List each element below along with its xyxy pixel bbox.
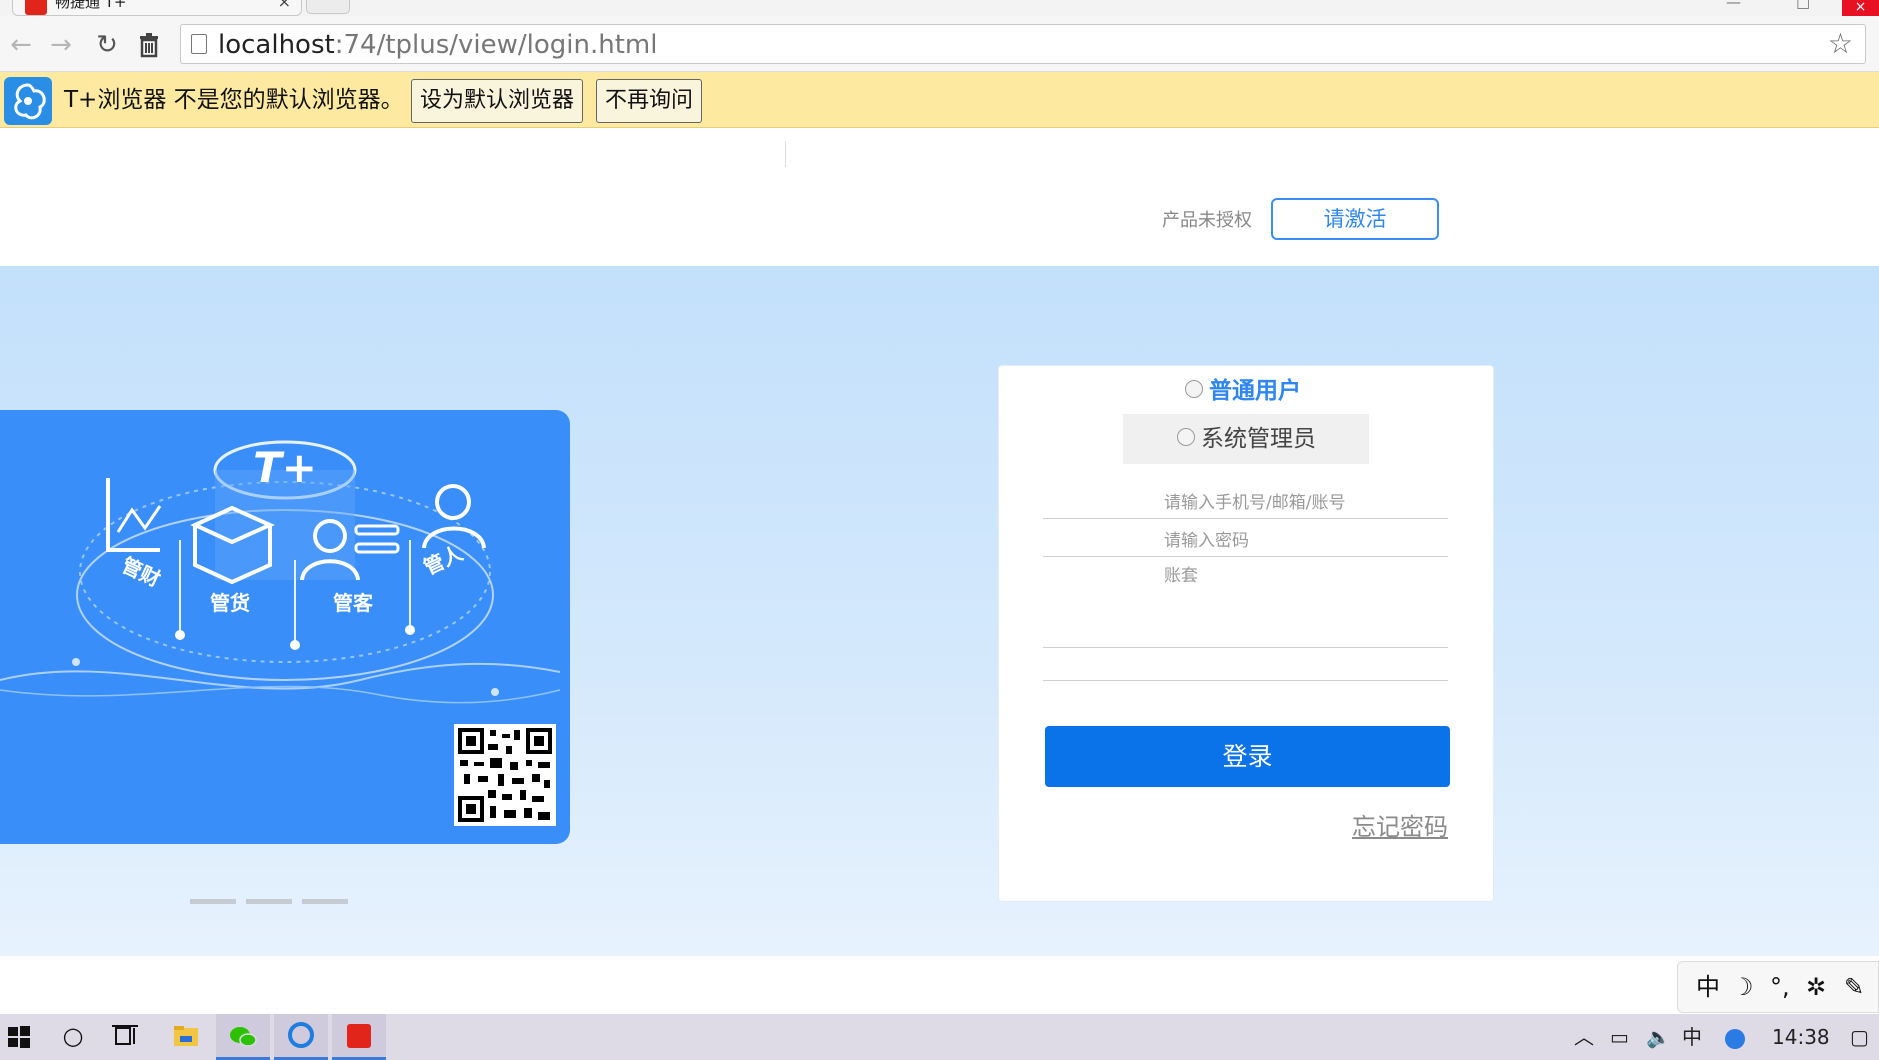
- tab-title: 畅捷通 T+: [55, 0, 127, 11]
- tplus-favicon-icon: [25, 0, 47, 15]
- task-view-button[interactable]: [100, 1014, 154, 1060]
- carousel-dot[interactable]: [246, 899, 292, 904]
- role-user-label: 普通用户: [1209, 378, 1301, 404]
- windows-taskbar: ○ ︿ ▭ 🔈 中 14:38 ▢: [0, 1014, 1879, 1060]
- ime-brush-icon[interactable]: ✎: [1844, 972, 1864, 1002]
- tab-close-icon[interactable]: ×: [278, 0, 291, 11]
- address-bar[interactable]: localhost:74/tplus/view/login.html ☆: [180, 24, 1866, 64]
- account-set-select[interactable]: [1043, 586, 1448, 648]
- login-button[interactable]: 登录: [1045, 726, 1450, 787]
- carousel-indicators: [190, 889, 358, 908]
- field-divider: [1043, 680, 1448, 681]
- action-center-icon[interactable]: ▢: [1850, 1024, 1869, 1050]
- infobar-message: T+浏览器 不是您的默认浏览器。: [64, 87, 404, 113]
- new-tab-button[interactable]: [306, 0, 350, 14]
- password-field: [1043, 526, 1448, 557]
- ime-mode-toggle[interactable]: 中: [1696, 972, 1720, 1002]
- tplus-browser-taskbar-button[interactable]: [274, 1014, 328, 1060]
- role-user-radio[interactable]: [1185, 379, 1203, 398]
- role-admin-label: 系统管理员: [1201, 426, 1316, 452]
- promo-label-people: 管人: [420, 540, 467, 579]
- tplus-app-icon: [347, 1024, 371, 1048]
- browser-toolbar: ← → ↻ localhost:74/tplus/view/login.html…: [0, 16, 1879, 72]
- role-user-option[interactable]: 普通用户: [1185, 376, 1301, 406]
- account-set-label: 账套: [1164, 566, 1198, 586]
- wechat-icon: [230, 1027, 257, 1047]
- wechat-button[interactable]: [216, 1014, 270, 1060]
- tplus-browser-logo-icon: [4, 77, 52, 125]
- tray-chevron-up-icon[interactable]: ︿: [1574, 1024, 1594, 1050]
- login-hero: T+ 管财 管货 管客 管人 普通用户 系统管理员 请输入手机号/邮箱/账号 账…: [0, 266, 1879, 956]
- login-panel: 普通用户 系统管理员 账套 登录 忘记密码: [998, 365, 1494, 902]
- ime-toolbar: 中 ☽ °, ✲ ✎: [1677, 961, 1879, 1013]
- file-explorer-button[interactable]: [158, 1014, 212, 1060]
- browser-tabstrip: 畅捷通 T+ × — □ ×: [0, 0, 1879, 16]
- promo-label-finance: 管财: [118, 553, 164, 592]
- carousel-dot[interactable]: [190, 899, 236, 904]
- ime-punctuation-icon[interactable]: °,: [1770, 972, 1790, 1002]
- reload-icon[interactable]: ↻: [92, 30, 122, 60]
- promo-label-goods: 管货: [210, 591, 250, 615]
- dont-ask-again-button[interactable]: 不再询问: [596, 79, 703, 123]
- page-footer: [0, 956, 1879, 1014]
- promo-logo-text: T+: [253, 443, 317, 492]
- default-browser-infobar: T+浏览器 不是您的默认浏览器。 设为默认浏览器 不再询问: [0, 72, 1879, 128]
- trash-icon[interactable]: [134, 30, 164, 60]
- search-circle-icon: ○: [62, 1022, 84, 1050]
- promo-banner[interactable]: T+ 管财 管货 管客 管人: [0, 410, 570, 844]
- activate-button[interactable]: 请激活: [1271, 198, 1439, 240]
- task-view-icon: [112, 1025, 138, 1045]
- search-button[interactable]: ○: [46, 1014, 100, 1060]
- tray-clock[interactable]: 14:38: [1772, 1024, 1830, 1050]
- window-maximize-button[interactable]: □: [1796, 0, 1810, 12]
- ime-moon-icon[interactable]: ☽: [1732, 972, 1754, 1002]
- tray-ime-icon[interactable]: [1724, 1024, 1746, 1050]
- license-status-text: 产品未授权: [1162, 210, 1252, 231]
- tplus-app-taskbar-button[interactable]: [332, 1014, 386, 1060]
- tray-language-indicator[interactable]: 中: [1682, 1024, 1702, 1050]
- browser-tab[interactable]: 畅捷通 T+ ×: [12, 0, 302, 16]
- back-arrow-icon[interactable]: ←: [6, 30, 36, 60]
- role-admin-option-box[interactable]: 系统管理员: [1123, 414, 1369, 464]
- tray-volume-icon[interactable]: 🔈: [1646, 1024, 1671, 1050]
- bookmark-star-icon[interactable]: ☆: [1828, 28, 1853, 60]
- account-field: [1043, 488, 1448, 519]
- role-admin-radio[interactable]: [1177, 427, 1195, 446]
- url-text[interactable]: localhost:74/tplus/view/login.html: [218, 30, 657, 60]
- window-close-button[interactable]: ×: [1842, 0, 1879, 16]
- header-divider: [785, 141, 786, 167]
- forward-arrow-icon[interactable]: →: [46, 30, 76, 60]
- set-default-browser-button[interactable]: 设为默认浏览器: [411, 79, 584, 123]
- folder-icon: [174, 1026, 198, 1046]
- password-input[interactable]: [1043, 526, 1448, 556]
- promo-label-customers: 管客: [333, 591, 374, 615]
- role-admin-option[interactable]: 系统管理员: [1177, 424, 1316, 454]
- page-icon: [191, 34, 207, 54]
- tplus-browser-icon: [288, 1022, 314, 1048]
- qr-code: [454, 724, 556, 826]
- page-header: 产品未授权 请激活: [0, 129, 1879, 266]
- window-minimize-button[interactable]: —: [1726, 0, 1741, 12]
- tray-battery-icon[interactable]: ▭: [1610, 1024, 1629, 1050]
- ime-settings-gear-icon[interactable]: ✲: [1806, 972, 1826, 1002]
- account-input[interactable]: [1043, 488, 1448, 518]
- carousel-dot[interactable]: [302, 899, 348, 904]
- forgot-password-link[interactable]: 忘记密码: [1352, 807, 1448, 842]
